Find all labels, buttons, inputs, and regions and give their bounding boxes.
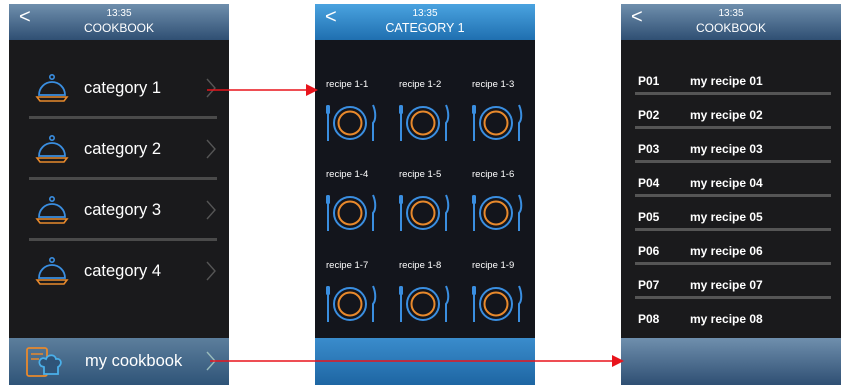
flow-arrows (207, 84, 624, 367)
flow-arrowhead (612, 355, 624, 367)
flow-arrowhead (306, 84, 318, 96)
